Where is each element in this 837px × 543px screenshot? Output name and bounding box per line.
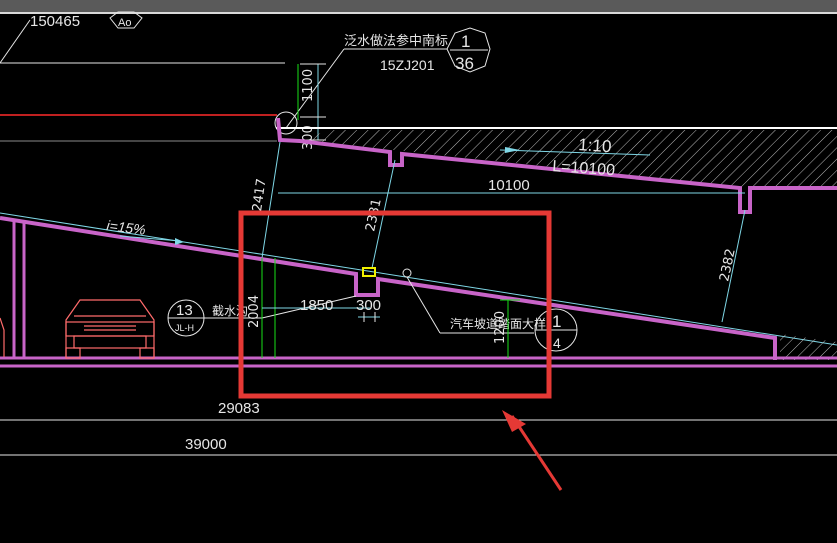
dim-10100-text: 10100 [488, 177, 530, 194]
dim-2417-text: 2417 [250, 178, 269, 213]
lower-ramp-surface [0, 216, 777, 360]
waterproof-sheet-top: 1 [461, 32, 470, 51]
drain-sheet-top: 13 [176, 302, 193, 319]
waterproof-ref-text: 泛水做法参中南标 [344, 33, 448, 48]
partial-label-left: 150465 [30, 13, 80, 30]
dim-300-trench-text: 300 [356, 297, 381, 314]
lower-ramp-hatch [780, 334, 837, 360]
ramp-detail-sheet-bottom: 4 [553, 335, 561, 351]
drain-sheet-bottom: JL-H [175, 323, 194, 333]
highlight-box [238, 210, 552, 399]
upper-left-leader [0, 19, 31, 64]
car-outline [65, 299, 155, 359]
dim-2004-text: 2004 [247, 295, 262, 328]
top-toolbar-strip [0, 0, 837, 12]
waterproof-atlas: 15ZJ201 [380, 57, 435, 73]
dim-1850-text: 1850 [300, 297, 333, 314]
highlight-arrowhead [502, 410, 526, 432]
dim-1100-text: 1100 [301, 69, 316, 102]
dim-2382-text: 2382 [717, 247, 739, 282]
length-upper-text: L=10100 [552, 158, 616, 179]
lower-slope-arrowhead [175, 238, 184, 245]
dim-39000-text: 39000 [185, 436, 227, 453]
ramp-detail-sheet-top: 1 [552, 312, 561, 331]
car-partial-left [0, 317, 5, 357]
partial-label-symbol: Ao [118, 17, 131, 29]
detail-circle-marker [402, 268, 412, 278]
slope-upper-text: 1:10 [578, 135, 612, 156]
dim-29083-text: 29083 [218, 400, 260, 417]
dim-1200-text: 1200 [493, 311, 508, 344]
cad-drawing: 150465 Ao 泛水做法参中南标 15ZJ201 1 36 1100 300… [0, 0, 837, 491]
waterproof-sheet-bottom: 36 [455, 54, 474, 73]
